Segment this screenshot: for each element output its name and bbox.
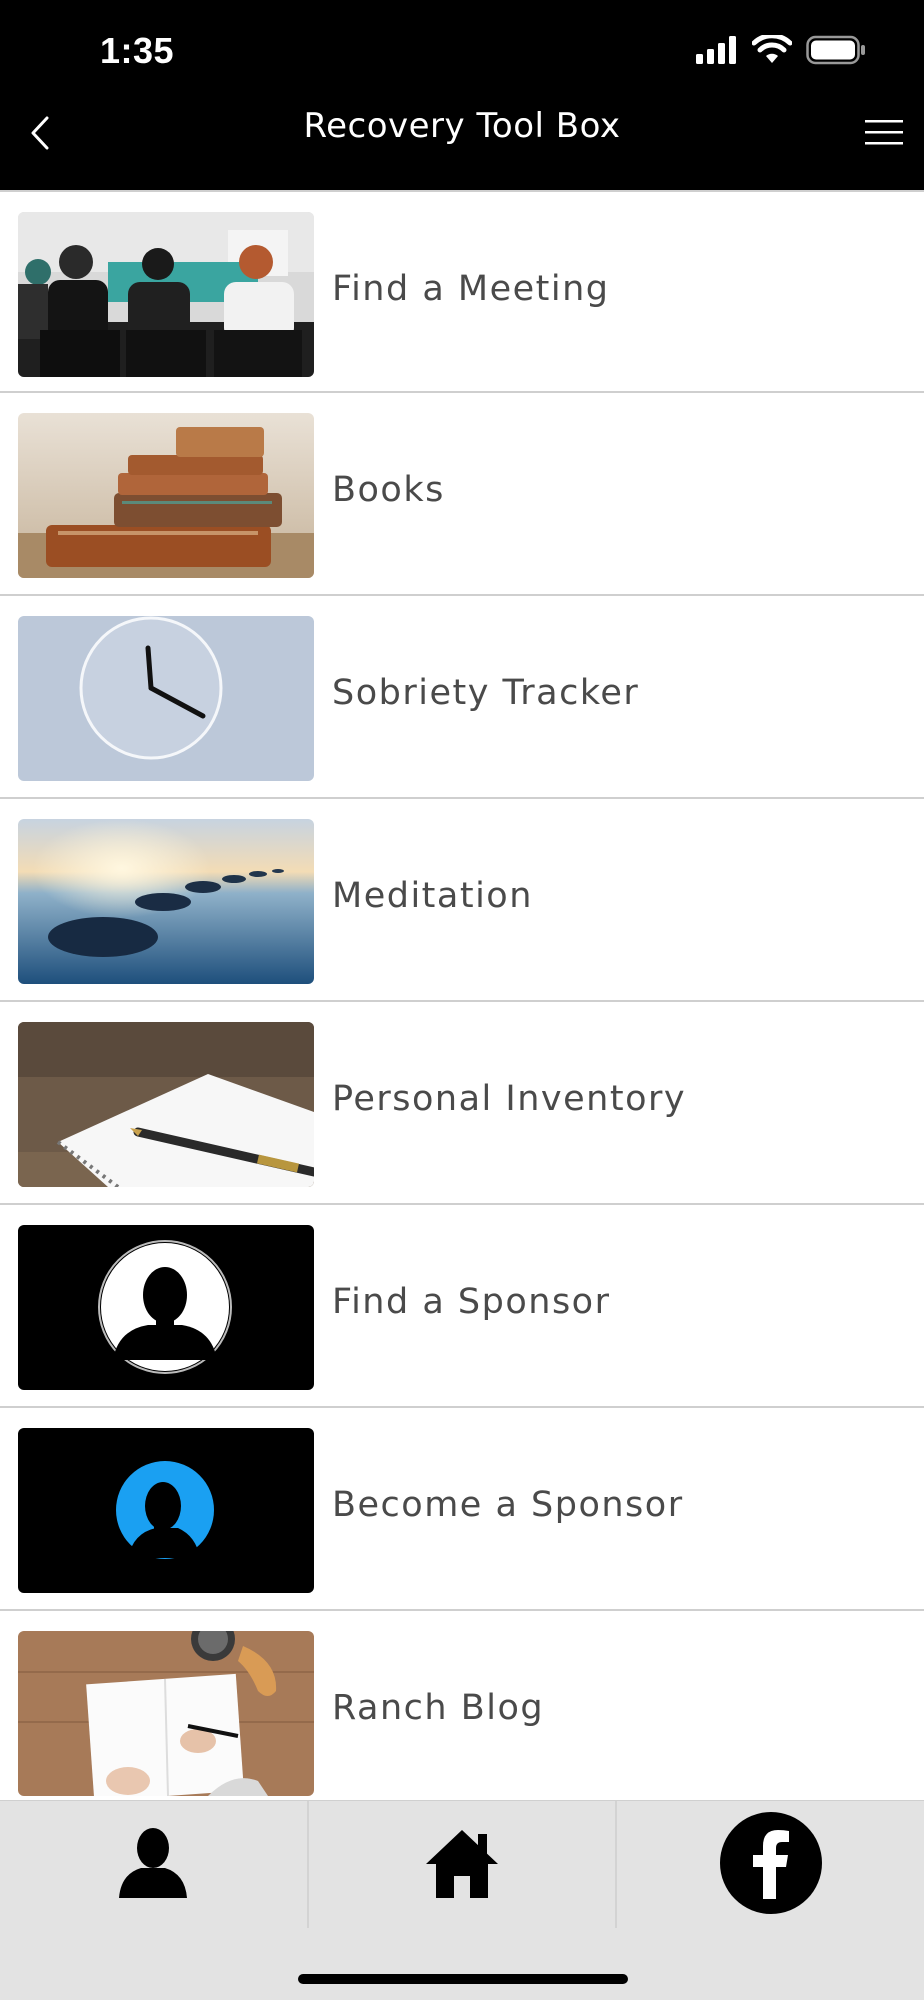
clock-photo xyxy=(18,616,314,781)
stones-water-photo xyxy=(18,819,314,984)
notebook-pen-photo xyxy=(18,1022,314,1187)
tab-facebook[interactable] xyxy=(617,1801,924,1929)
list-item-label: Sobriety Tracker xyxy=(332,673,640,713)
meeting-photo xyxy=(18,212,314,377)
list-item-ranch-blog[interactable]: Ranch Blog xyxy=(0,1611,924,1800)
hamburger-menu-icon xyxy=(865,118,903,150)
top-bar: 1:35 Recovery Tool Box xyxy=(0,0,924,190)
person-icon xyxy=(117,1826,189,1904)
list-item-label: Ranch Blog xyxy=(332,1688,545,1728)
list-item-become-a-sponsor[interactable]: Become a Sponsor xyxy=(0,1408,924,1611)
list-item-find-a-sponsor[interactable]: Find a Sponsor xyxy=(0,1205,924,1408)
list-item-label: Find a Sponsor xyxy=(332,1282,611,1322)
status-icons xyxy=(696,33,866,69)
home-indicator-area xyxy=(0,1928,924,2000)
home-indicator[interactable] xyxy=(298,1974,628,1984)
tab-home[interactable] xyxy=(309,1801,618,1929)
list-item-label: Personal Inventory xyxy=(332,1079,687,1119)
list-item-label: Books xyxy=(332,470,445,510)
status-time: 1:35 xyxy=(100,30,175,71)
chevron-left-icon xyxy=(29,115,51,155)
books-photo xyxy=(18,413,314,578)
list-item-personal-inventory[interactable]: Personal Inventory xyxy=(0,1002,924,1205)
list-item-label: Find a Meeting xyxy=(332,269,610,309)
battery-icon xyxy=(806,35,866,69)
silhouette-white-circle-photo xyxy=(18,1225,314,1390)
list-item-meditation[interactable]: Meditation xyxy=(0,799,924,1002)
wifi-icon xyxy=(751,33,793,69)
menu-button[interactable] xyxy=(858,112,910,156)
list-item-label: Meditation xyxy=(332,876,533,916)
silhouette-blue-circle-photo xyxy=(18,1428,314,1593)
home-icon xyxy=(424,1826,500,1904)
page-title: Recovery Tool Box xyxy=(303,106,621,146)
list-item-sobriety-tracker[interactable]: Sobriety Tracker xyxy=(0,596,924,799)
tab-profile[interactable] xyxy=(0,1801,309,1929)
list-item-label: Become a Sponsor xyxy=(332,1485,684,1525)
cellular-signal-icon xyxy=(696,36,738,68)
facebook-icon xyxy=(719,1811,823,1919)
tab-bar xyxy=(0,1800,924,1929)
list-item-books[interactable]: Books xyxy=(0,393,924,596)
journal-writing-photo xyxy=(18,1631,314,1796)
tool-list: Find a Meeting Books Sobriety Tracker Me… xyxy=(0,190,924,1800)
back-button[interactable] xyxy=(18,108,62,162)
list-item-find-a-meeting[interactable]: Find a Meeting xyxy=(0,190,924,393)
